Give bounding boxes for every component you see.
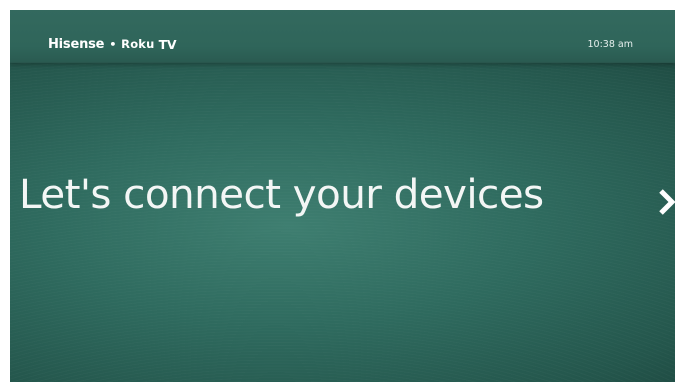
brand-name: Hisense — [48, 36, 105, 52]
brand-separator: • — [109, 37, 117, 51]
chevron-right-icon[interactable] — [657, 188, 675, 216]
clock: 10:38 am — [587, 39, 633, 50]
brand-logo: Hisense • Roku TV — [48, 35, 177, 53]
setup-headline: Let's connect your devices — [19, 170, 544, 218]
tv-frame: Hisense • Roku TV 10:38 am Let's connect… — [8, 8, 676, 385]
tv-screen: Hisense • Roku TV 10:38 am Let's connect… — [10, 10, 675, 382]
brand-roku: Roku — [121, 37, 155, 51]
brand-tv: TV — [158, 36, 177, 52]
top-bar: Hisense • Roku TV 10:38 am — [10, 10, 675, 63]
